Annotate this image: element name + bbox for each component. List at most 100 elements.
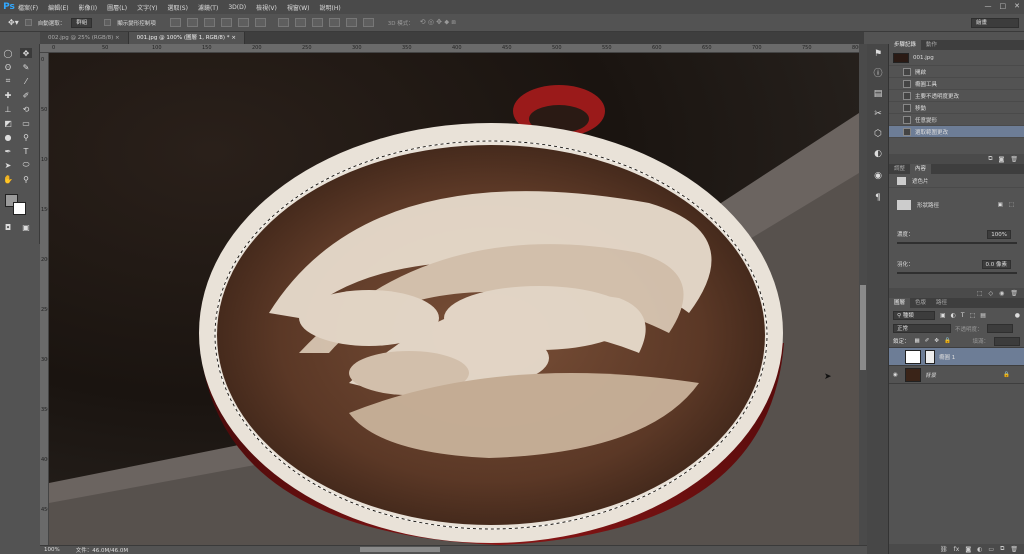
tab-channels[interactable]: 色版 <box>910 298 931 308</box>
add-mask-icon[interactable]: ◙ <box>965 546 971 553</box>
brush-panel-icon[interactable]: ▤ <box>872 88 884 100</box>
add-vector-mask-icon[interactable]: ⬚ <box>1009 202 1014 208</box>
menu-3d[interactable]: 3D(D) <box>228 4 246 11</box>
align-right-icon[interactable] <box>254 18 266 27</box>
gradient-tool-icon[interactable]: ▭ <box>20 118 32 128</box>
menu-help[interactable]: 說明(H) <box>320 3 341 12</box>
distribute-top-icon[interactable] <box>277 18 289 27</box>
layer-row-background[interactable]: ◉ 背景 🔒 <box>889 366 1024 384</box>
eraser-tool-icon[interactable]: ◩ <box>2 118 14 128</box>
new-adjustment-icon[interactable]: ◐ <box>977 546 982 553</box>
lock-transparent-icon[interactable]: ▦ <box>915 338 920 344</box>
menu-select[interactable]: 選取(S) <box>167 3 188 12</box>
history-item[interactable]: 主要不透明度更改 <box>889 90 1024 102</box>
stamp-tool-icon[interactable]: ⊥ <box>2 104 14 114</box>
tab-paths[interactable]: 路徑 <box>931 298 952 308</box>
ellipse-tool-icon[interactable]: ⬭ <box>20 160 32 170</box>
tab-history[interactable]: 步驟記錄 <box>889 40 922 50</box>
pen-tool-icon[interactable]: ✒ <box>2 146 14 156</box>
type-tool-icon[interactable]: T <box>20 146 32 156</box>
distribute-hcenter-icon[interactable] <box>345 18 357 27</box>
minimize-button[interactable]: — <box>985 2 992 10</box>
layer-filter-select[interactable]: ⚲ 種類 <box>893 310 935 320</box>
move-tool-preset-icon[interactable]: ✥▾ <box>8 18 19 27</box>
vector-mask-thumb[interactable] <box>897 200 911 210</box>
background-color-swatch[interactable] <box>13 202 26 215</box>
auto-select-checkbox[interactable] <box>24 19 32 26</box>
3d-panel-icon[interactable]: ⬡ <box>872 128 884 140</box>
delete-mask-icon[interactable]: 🗑 <box>1010 290 1018 297</box>
history-item[interactable]: 橢圓工具 <box>889 78 1024 90</box>
lock-pixels-icon[interactable]: ✐ <box>925 338 930 344</box>
horizontal-scroll-thumb[interactable] <box>360 547 440 552</box>
history-brush-icon[interactable]: ⟲ <box>20 104 32 114</box>
feather-field[interactable]: 0.0 像素 <box>981 260 1011 269</box>
history-item[interactable]: 任意變形 <box>889 114 1024 126</box>
distribute-bottom-icon[interactable] <box>311 18 323 27</box>
load-selection-icon[interactable]: ⬚ <box>977 290 983 297</box>
styles-panel-icon[interactable]: ◐ <box>872 148 884 160</box>
history-panel-icon[interactable]: ⚑ <box>872 48 884 60</box>
lasso-tool-icon[interactable]: ʘ <box>2 62 14 72</box>
align-left-icon[interactable] <box>220 18 232 27</box>
tab-actions[interactable]: 動作 <box>921 40 942 50</box>
lock-position-icon[interactable]: ✥ <box>934 338 939 344</box>
document-canvas[interactable] <box>49 53 859 545</box>
history-item-selected[interactable]: 選取範圍更改 <box>889 126 1024 138</box>
auto-select-dropdown[interactable]: 群組 <box>71 17 93 28</box>
fill-field[interactable] <box>994 336 1020 346</box>
density-slider[interactable] <box>897 242 1017 244</box>
align-hcenter-icon[interactable] <box>237 18 249 27</box>
tab-layers[interactable]: 圖層 <box>889 298 911 308</box>
opacity-field[interactable] <box>986 324 1013 333</box>
paragraph-panel-icon[interactable]: ¶ <box>872 192 884 204</box>
tab-002[interactable]: 002.jpg @ 25% (RGB/8) × <box>40 32 129 44</box>
history-snapshot[interactable]: 001.jpg <box>889 50 1024 66</box>
new-snapshot-icon[interactable]: ◙ <box>999 156 1005 163</box>
menu-file[interactable]: 檔案(F) <box>18 3 38 12</box>
menu-layer[interactable]: 圖層(L) <box>107 3 127 12</box>
menu-window[interactable]: 視窗(W) <box>287 3 310 12</box>
menu-filter[interactable]: 濾鏡(T) <box>198 3 218 12</box>
visibility-icon[interactable]: ◉ <box>999 290 1004 297</box>
info-panel-icon[interactable]: ⓘ <box>872 68 884 80</box>
brush-tool-icon[interactable]: ✐ <box>20 90 32 100</box>
history-item[interactable]: 開啟 <box>889 66 1024 78</box>
history-item[interactable]: 移動 <box>889 102 1024 114</box>
hand-tool-icon[interactable]: ✋ <box>2 174 14 184</box>
zoom-level[interactable]: 100% <box>44 547 60 553</box>
move-tool-icon[interactable]: ✥ <box>20 48 32 58</box>
tab-adjustments[interactable]: 調整 <box>889 164 910 174</box>
layer-row-ellipse[interactable]: 橢圓 1 <box>889 348 1024 366</box>
new-layer-icon[interactable]: ⧉ <box>1000 545 1004 553</box>
feather-slider[interactable] <box>897 272 1017 274</box>
distribute-right-icon[interactable] <box>362 18 374 27</box>
paths-panel-icon[interactable]: ◉ <box>872 170 884 182</box>
crop-tool-icon[interactable]: ⌗ <box>2 76 14 86</box>
add-pixel-mask-icon[interactable]: ▣ <box>998 202 1003 208</box>
dodge-tool-icon[interactable]: ⚲ <box>20 132 32 142</box>
tab-close-icon[interactable]: × <box>115 35 120 41</box>
filter-pixel-icon[interactable]: ▣ <box>940 312 946 319</box>
menu-image[interactable]: 影像(I) <box>79 3 97 12</box>
workspace-select[interactable]: 繪畫 <box>971 18 1019 28</box>
lock-all-icon[interactable]: 🔒 <box>944 338 951 344</box>
delete-layer-icon[interactable]: 🗑 <box>1010 546 1018 553</box>
screen-mode-icon[interactable]: ▣ <box>20 222 32 232</box>
3d-rotate-icon[interactable]: ⟲ ◎ ✥ ⬥ ⧈ <box>420 18 456 27</box>
new-group-icon[interactable]: ▭ <box>988 546 994 553</box>
filter-smart-icon[interactable]: ▤ <box>980 312 986 319</box>
distribute-left-icon[interactable] <box>328 18 340 27</box>
tab-close-icon[interactable]: × <box>231 35 236 41</box>
show-transform-checkbox[interactable] <box>104 19 112 26</box>
align-top-icon[interactable] <box>169 18 181 27</box>
quick-mask-icon[interactable]: ◘ <box>2 222 14 232</box>
marquee-tool-icon[interactable]: ◯ <box>2 48 14 58</box>
link-layers-icon[interactable]: ⛓ <box>940 546 948 553</box>
distribute-vcenter-icon[interactable] <box>294 18 306 27</box>
blur-tool-icon[interactable]: ● <box>2 132 14 142</box>
filter-adjust-icon[interactable]: ◐ <box>951 312 956 319</box>
filter-toggle-icon[interactable]: ● <box>1015 312 1020 319</box>
healing-brush-icon[interactable]: ✚ <box>2 90 14 100</box>
align-vcenter-icon[interactable] <box>186 18 198 27</box>
